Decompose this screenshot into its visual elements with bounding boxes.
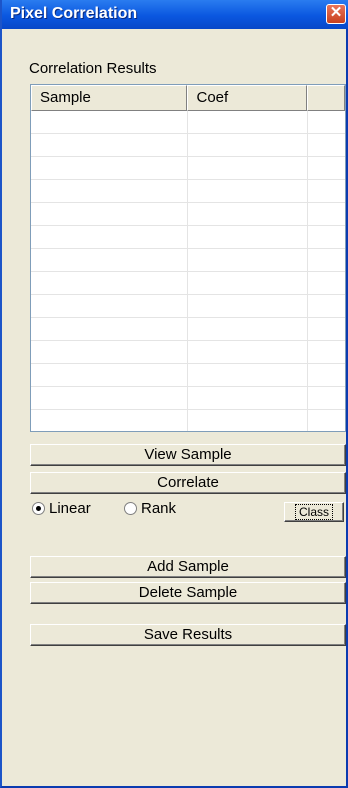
close-button[interactable]: ✕ [326,4,346,24]
add-sample-button[interactable]: Add Sample [30,556,346,578]
correlation-results-label: Correlation Results [29,60,157,77]
table-body[interactable] [31,111,345,431]
column-header-coef[interactable]: Coef [187,85,308,111]
view-sample-button[interactable]: View Sample [30,444,346,466]
radio-selected-dot [36,506,41,511]
title-bar[interactable]: Pixel Correlation ✕ [2,0,348,29]
linear-radio[interactable] [32,502,45,515]
delete-sample-button[interactable]: Delete Sample [30,582,346,604]
save-results-button[interactable]: Save Results [30,624,346,646]
window-title: Pixel Correlation [10,5,138,22]
rank-radio[interactable] [124,502,137,515]
close-icon: ✕ [329,4,343,21]
class-button-label: Class [294,504,333,520]
linear-radio-label[interactable]: Linear [49,500,91,518]
correlate-button[interactable]: Correlate [30,472,346,494]
method-radio-group: Linear Rank Class [30,500,346,524]
column-header-sample[interactable]: Sample [31,85,188,111]
class-button[interactable]: Class [284,502,344,522]
correlation-results-table[interactable]: Sample Coef [30,84,346,432]
table-header: Sample Coef [31,85,345,111]
column-header-extra[interactable] [307,85,345,111]
rank-radio-label[interactable]: Rank [141,500,176,518]
pixel-correlation-window: Pixel Correlation ✕ Correlation Results … [0,0,348,788]
